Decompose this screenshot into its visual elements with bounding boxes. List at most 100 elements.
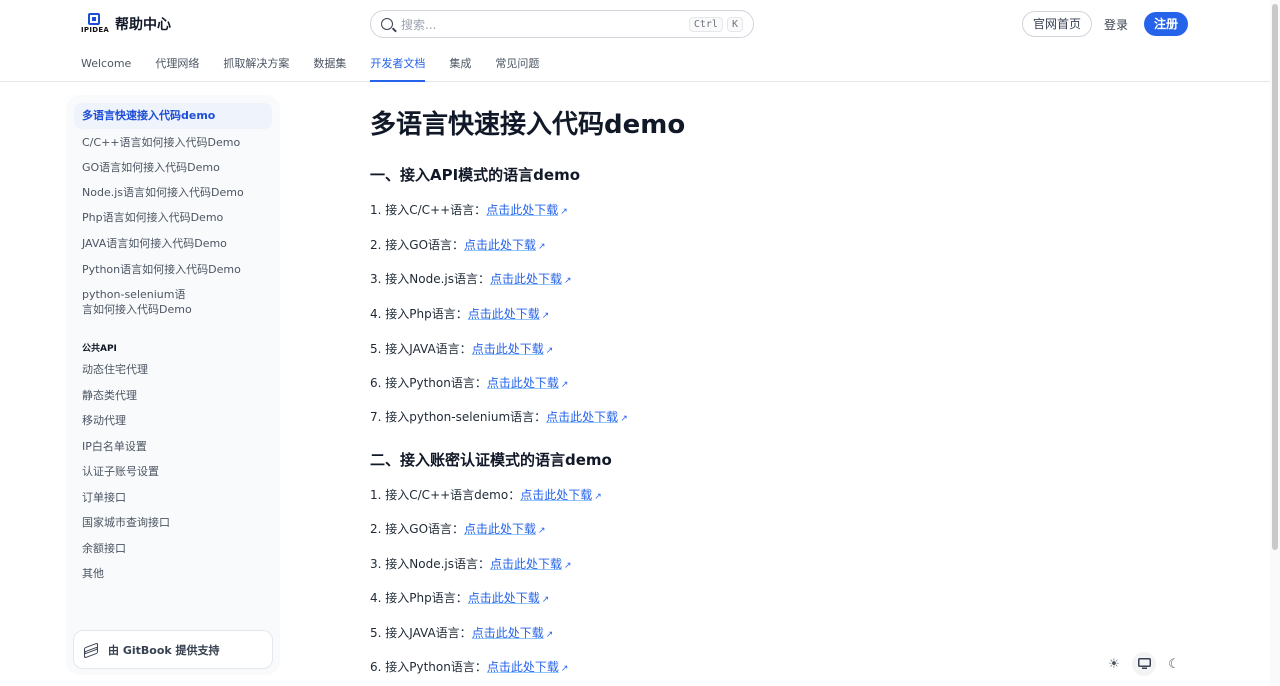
- sidebar-item-php-demo[interactable]: Php语言如何接入代码Demo: [82, 210, 223, 225]
- search-icon: [381, 18, 393, 30]
- register-button[interactable]: 注册: [1144, 12, 1189, 36]
- tab-integrations[interactable]: 集成: [449, 52, 471, 82]
- tab-datasets[interactable]: 数据集: [313, 52, 346, 82]
- external-link-icon: ↗: [560, 207, 568, 217]
- home-button[interactable]: 官网首页: [1022, 11, 1093, 37]
- download-link[interactable]: 点击此处下载: [468, 307, 540, 321]
- external-link-icon: ↗: [541, 595, 550, 605]
- sidebar-section-public-api: 公共API: [82, 344, 117, 354]
- scroll-thumb[interactable]: [1272, 4, 1278, 550]
- list-item: 3. 接入Node.js语言：点击此处下载 ↗: [370, 555, 572, 572]
- list-item-label: 1. 接入C/C++语言demo：: [370, 488, 521, 502]
- external-link-icon: ↗: [538, 526, 546, 536]
- search-input[interactable]: 搜索... Ctrl K: [370, 10, 754, 38]
- logo[interactable]: IPIDEA 帮助中心: [81, 13, 171, 35]
- list-item-label: 5. 接入JAVA语言：: [370, 342, 472, 356]
- logo-text: IPIDEA: [81, 26, 110, 34]
- external-link-icon: ↗: [560, 380, 569, 390]
- download-link[interactable]: 点击此处下载: [464, 238, 536, 252]
- external-link-icon: ↗: [560, 664, 569, 674]
- shortcut-ctrl: Ctrl: [688, 16, 723, 32]
- download-link[interactable]: 点击此处下载: [490, 272, 562, 286]
- list-item-label: 4. 接入Php语言：: [370, 307, 468, 321]
- sidebar-item-other[interactable]: 其他: [82, 566, 104, 581]
- list-item-label: 2. 接入GO语言：: [370, 238, 465, 252]
- search-placeholder: 搜索...: [401, 17, 437, 32]
- list-item: 2. 接入GO语言：点击此处下载 ↗: [370, 520, 546, 537]
- download-link[interactable]: 点击此处下载: [472, 342, 544, 356]
- sidebar-item-balance-api[interactable]: 余额接口: [82, 541, 126, 556]
- site-title: 帮助中心: [115, 17, 171, 33]
- tab-welcome[interactable]: Welcome: [81, 52, 131, 82]
- external-link-icon: ↗: [620, 414, 628, 424]
- moon-icon[interactable]: ☾: [1162, 652, 1186, 676]
- list-item-label: 6. 接入Python语言：: [370, 660, 487, 674]
- sidebar-item-multilang-demo[interactable]: 多语言快速接入代码demo: [74, 103, 272, 129]
- list-item: 2. 接入GO语言：点击此处下载 ↗: [370, 236, 546, 253]
- list-item: 5. 接入JAVA语言：点击此处下载 ↗: [370, 340, 553, 357]
- theme-switcher: ☀ ☾: [1102, 652, 1192, 676]
- sidebar-item-nodejs-demo[interactable]: Node.js语言如何接入代码Demo: [82, 185, 244, 200]
- tab-scraping-solutions[interactable]: 抓取解决方案: [223, 52, 289, 82]
- list-item-label: 3. 接入Node.js语言：: [370, 557, 490, 571]
- list-item-label: 6. 接入Python语言：: [370, 376, 487, 390]
- sidebar-item-go-demo[interactable]: GO语言如何接入代码Demo: [82, 160, 220, 175]
- sidebar-item-mobile-proxy[interactable]: 移动代理: [82, 413, 126, 428]
- tab-developer-docs[interactable]: 开发者文档: [370, 52, 426, 82]
- gitbook-label: 由 GitBook 提供支持: [108, 643, 220, 657]
- list-item: 1. 接入C/C++语言demo：点击此处下载 ↗: [370, 486, 602, 503]
- list-item: 5. 接入JAVA语言：点击此处下载 ↗: [370, 624, 553, 641]
- external-link-icon: ↗: [545, 346, 554, 356]
- list-item: 4. 接入Php语言：点击此处下载 ↗: [370, 305, 549, 322]
- sidebar-item-selenium-demo-line1[interactable]: python-selenium语: [82, 287, 186, 302]
- external-link-icon: ↗: [538, 242, 546, 252]
- sidebar-item-sub-account[interactable]: 认证子账号设置: [82, 464, 159, 479]
- sidebar-item-dynamic-residential[interactable]: 动态住宅代理: [82, 362, 148, 377]
- list-item-label: 4. 接入Php语言：: [370, 591, 468, 605]
- download-link[interactable]: 点击此处下载: [464, 522, 536, 536]
- page-title: 多语言快速接入代码demo: [370, 110, 686, 140]
- list-item: 3. 接入Node.js语言：点击此处下载 ↗: [370, 270, 572, 287]
- external-link-icon: ↗: [564, 561, 572, 571]
- external-link-icon: ↗: [564, 276, 572, 286]
- tab-faq[interactable]: 常见问题: [495, 52, 539, 82]
- external-link-icon: ↗: [545, 630, 554, 640]
- download-link[interactable]: 点击此处下载: [468, 591, 540, 605]
- logo-icon: IPIDEA: [81, 13, 110, 35]
- sidebar-item-static-proxy[interactable]: 静态类代理: [82, 388, 137, 403]
- shortcut-key: K: [726, 16, 743, 32]
- download-link[interactable]: 点击此处下载: [546, 410, 618, 424]
- sidebar-item-country-city-api[interactable]: 国家城市查询接口: [82, 515, 170, 530]
- list-item: 6. 接入Python语言：点击此处下载 ↗: [370, 658, 568, 675]
- sidebar-item-java-demo[interactable]: JAVA语言如何接入代码Demo: [82, 236, 227, 251]
- sidebar-item-ip-whitelist[interactable]: IP白名单设置: [82, 439, 147, 454]
- list-item-label: 2. 接入GO语言：: [370, 522, 465, 536]
- list-item: 4. 接入Php语言：点击此处下载 ↗: [370, 589, 549, 606]
- sun-icon[interactable]: ☀: [1102, 652, 1126, 676]
- list-item-label: 3. 接入Node.js语言：: [370, 272, 490, 286]
- gitbook-icon: [84, 641, 98, 659]
- list-item-label: 7. 接入python-selenium语言：: [370, 410, 547, 424]
- sidebar-item-order-api[interactable]: 订单接口: [82, 490, 126, 505]
- page-scrollbar[interactable]: [1270, 0, 1280, 686]
- download-link[interactable]: 点击此处下载: [486, 203, 558, 217]
- sidebar-item-selenium-demo-line2[interactable]: 言如何接入代码Demo: [82, 302, 192, 317]
- sidebar-item-cpp-demo[interactable]: C/C++语言如何接入代码Demo: [82, 135, 240, 150]
- download-link[interactable]: 点击此处下载: [490, 557, 562, 571]
- download-link[interactable]: 点击此处下载: [487, 660, 559, 674]
- download-link[interactable]: 点击此处下载: [487, 376, 559, 390]
- monitor-icon[interactable]: [1132, 652, 1156, 676]
- sidebar: 多语言快速接入代码demo C/C++语言如何接入代码Demo GO语言如何接入…: [66, 95, 280, 675]
- list-item: 6. 接入Python语言：点击此处下载 ↗: [370, 374, 568, 391]
- list-item: 7. 接入python-selenium语言：点击此处下载 ↗: [370, 408, 628, 425]
- login-button[interactable]: 登录: [1104, 16, 1128, 33]
- section-heading-auth-mode: 二、接入账密认证模式的语言demo: [370, 451, 612, 469]
- list-item-label: 1. 接入C/C++语言：: [370, 203, 487, 217]
- header: IPIDEA 帮助中心 搜索... Ctrl K 官网首页 登录 注册 Welc…: [0, 0, 1280, 82]
- download-link[interactable]: 点击此处下载: [472, 626, 544, 640]
- gitbook-badge[interactable]: 由 GitBook 提供支持: [73, 630, 273, 669]
- download-link[interactable]: 点击此处下载: [520, 488, 592, 502]
- tab-proxy-network[interactable]: 代理网络: [155, 52, 199, 82]
- list-item: 1. 接入C/C++语言：点击此处下载 ↗: [370, 201, 568, 218]
- sidebar-item-python-demo[interactable]: Python语言如何接入代码Demo: [82, 262, 241, 277]
